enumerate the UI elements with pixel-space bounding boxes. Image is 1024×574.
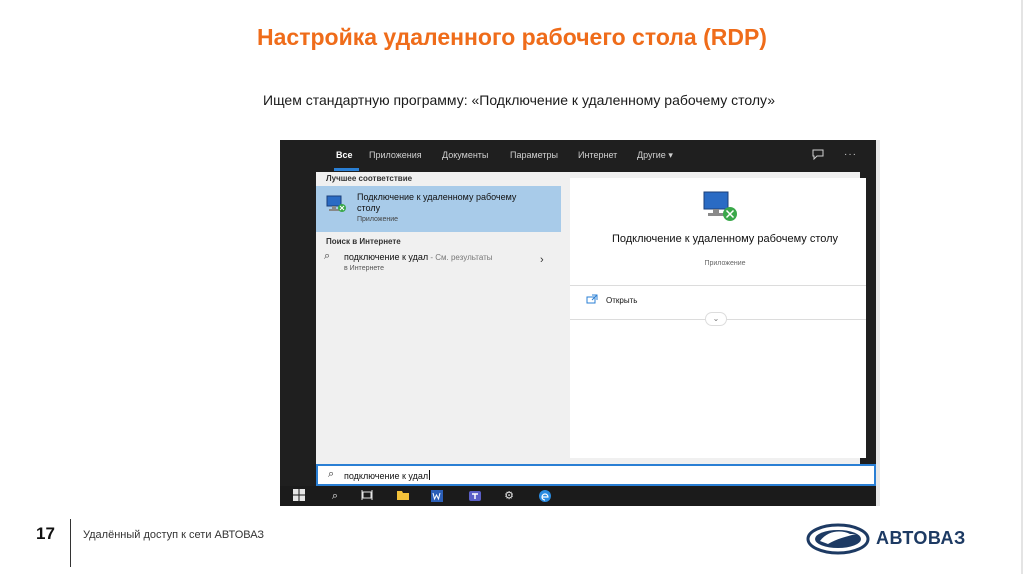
footer-divider xyxy=(70,519,71,567)
tab-settings[interactable]: Параметры xyxy=(510,150,558,160)
open-icon xyxy=(586,294,598,307)
windows-start-icon[interactable] xyxy=(292,489,306,503)
best-match-item[interactable]: Подключение к удаленному рабочему столу … xyxy=(316,186,561,232)
divider xyxy=(570,285,866,286)
search-icon[interactable]: ⌕ xyxy=(328,489,342,503)
task-view-icon[interactable] xyxy=(360,489,374,503)
search-input-value-wrap: подключение к удал xyxy=(344,470,431,481)
text-caret xyxy=(429,470,431,480)
lada-boat-icon xyxy=(806,523,870,555)
edge-icon[interactable] xyxy=(538,489,552,503)
more-options-icon[interactable]: ··· xyxy=(844,149,857,160)
slide-subtitle: Ищем стандартную программу: «Подключение… xyxy=(263,92,775,108)
web-query: подключение к удал xyxy=(344,252,429,262)
footer-text: Удалённый доступ к сети АВТОВАЗ xyxy=(83,529,265,541)
web-hint: - См. результаты xyxy=(428,253,493,262)
tab-all[interactable]: Все xyxy=(336,150,353,160)
settings-icon[interactable]: ⚙ xyxy=(502,489,516,503)
open-label: Открыть xyxy=(606,296,638,305)
tab-more-label: Другие xyxy=(637,150,666,160)
logo-text: АВТОВАЗ xyxy=(876,528,966,548)
page-number: 17 xyxy=(36,524,55,543)
file-explorer-icon[interactable] xyxy=(396,489,410,503)
search-input[interactable]: ⌕ подключение к удал xyxy=(316,464,876,486)
web-subtitle: в Интернете xyxy=(344,265,385,272)
remote-desktop-large-icon xyxy=(698,188,742,224)
screenshot-edge xyxy=(876,140,880,506)
search-input-value: подключение к удал xyxy=(344,471,429,481)
tab-web[interactable]: Интернет xyxy=(578,150,617,160)
search-icon: ⌕ xyxy=(324,250,331,262)
app-type: Приложение xyxy=(704,260,746,267)
app-name: Подключение к удаленному рабочему столу xyxy=(611,233,839,245)
teams-icon[interactable] xyxy=(468,489,482,503)
active-tab-indicator xyxy=(334,168,359,171)
best-match-title: Подключение к удаленному рабочему столу xyxy=(357,192,517,213)
best-match-subtitle: Приложение xyxy=(357,216,399,223)
best-match-header: Лучшее соответствие xyxy=(326,174,413,183)
word-icon[interactable] xyxy=(430,489,444,503)
search-icon: ⌕ xyxy=(328,468,335,480)
web-search-item[interactable]: ⌕ подключение к удал - См. результаты в … xyxy=(316,244,561,280)
search-screenshot: Все Приложения Документы Параметры Интер… xyxy=(280,140,876,506)
open-action[interactable]: Открыть xyxy=(586,294,786,310)
expand-chevron-icon[interactable]: ⌄ xyxy=(705,312,727,326)
tab-documents[interactable]: Документы xyxy=(442,150,488,160)
feedback-icon[interactable] xyxy=(812,149,824,163)
slide-edge xyxy=(1021,0,1023,574)
avtovaz-logo: АВТОВАЗ xyxy=(806,522,988,556)
search-tabs: Все Приложения Документы Параметры Интер… xyxy=(316,140,876,172)
web-query-line: подключение к удал - См. результаты xyxy=(344,252,493,262)
chevron-down-icon: ▾ xyxy=(668,150,673,160)
slide-title: Настройка удаленного рабочего стола (RDP… xyxy=(257,24,767,50)
taskbar: ⌕ ⚙ xyxy=(280,486,876,506)
remote-desktop-icon xyxy=(325,194,347,214)
tab-apps[interactable]: Приложения xyxy=(369,150,422,160)
tab-more[interactable]: Другие ▾ xyxy=(637,150,673,161)
chevron-right-icon[interactable]: › xyxy=(540,254,544,266)
